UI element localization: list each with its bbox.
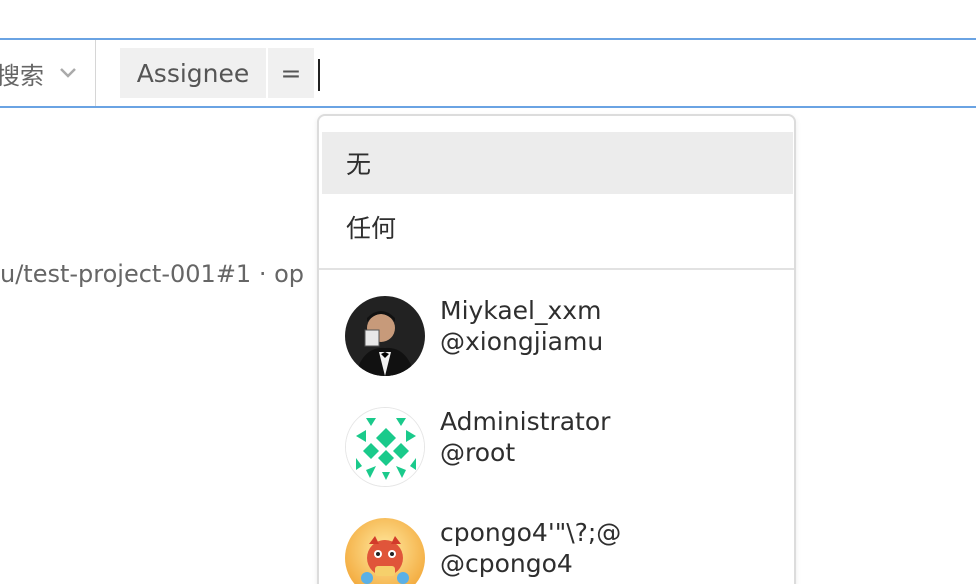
user-option-administrator[interactable]: Administrator @root bbox=[345, 407, 785, 487]
identicon-avatar bbox=[345, 407, 425, 487]
user-name: Administrator bbox=[440, 407, 611, 436]
user-name: cpongo4'"\?;@ bbox=[440, 518, 622, 547]
filter-token-key[interactable]: Assignee bbox=[120, 48, 266, 98]
assignee-suggestions-dropdown: 无 任何 Miykael_xxm @xiongjiamu Administrat… bbox=[317, 114, 796, 584]
search-scope-label: 搜索 bbox=[0, 61, 44, 90]
option-none[interactable]: 无 bbox=[322, 132, 793, 194]
user-option-miykael[interactable]: Miykael_xxm @xiongjiamu bbox=[345, 296, 785, 376]
user-handle: @cpongo4 bbox=[440, 549, 573, 578]
user-option-cpongo4[interactable]: cpongo4'"\?;@ @cpongo4 bbox=[345, 518, 785, 584]
user-avatar bbox=[345, 296, 425, 376]
filtered-search-bar[interactable]: 搜索 Assignee = bbox=[0, 38, 976, 108]
user-avatar bbox=[345, 518, 425, 584]
search-scope-dropdown[interactable]: 搜索 bbox=[0, 40, 96, 106]
user-name: Miykael_xxm bbox=[440, 296, 602, 325]
user-handle: @root bbox=[440, 438, 516, 467]
issue-reference-text: u/test-project-001#1 · op bbox=[0, 260, 304, 288]
text-caret[interactable] bbox=[318, 59, 320, 91]
user-handle: @xiongjiamu bbox=[440, 327, 604, 356]
dropdown-divider bbox=[319, 268, 794, 270]
filter-token-operator[interactable]: = bbox=[268, 48, 314, 98]
chevron-down-icon bbox=[60, 68, 76, 78]
option-any[interactable]: 任何 bbox=[322, 196, 793, 258]
